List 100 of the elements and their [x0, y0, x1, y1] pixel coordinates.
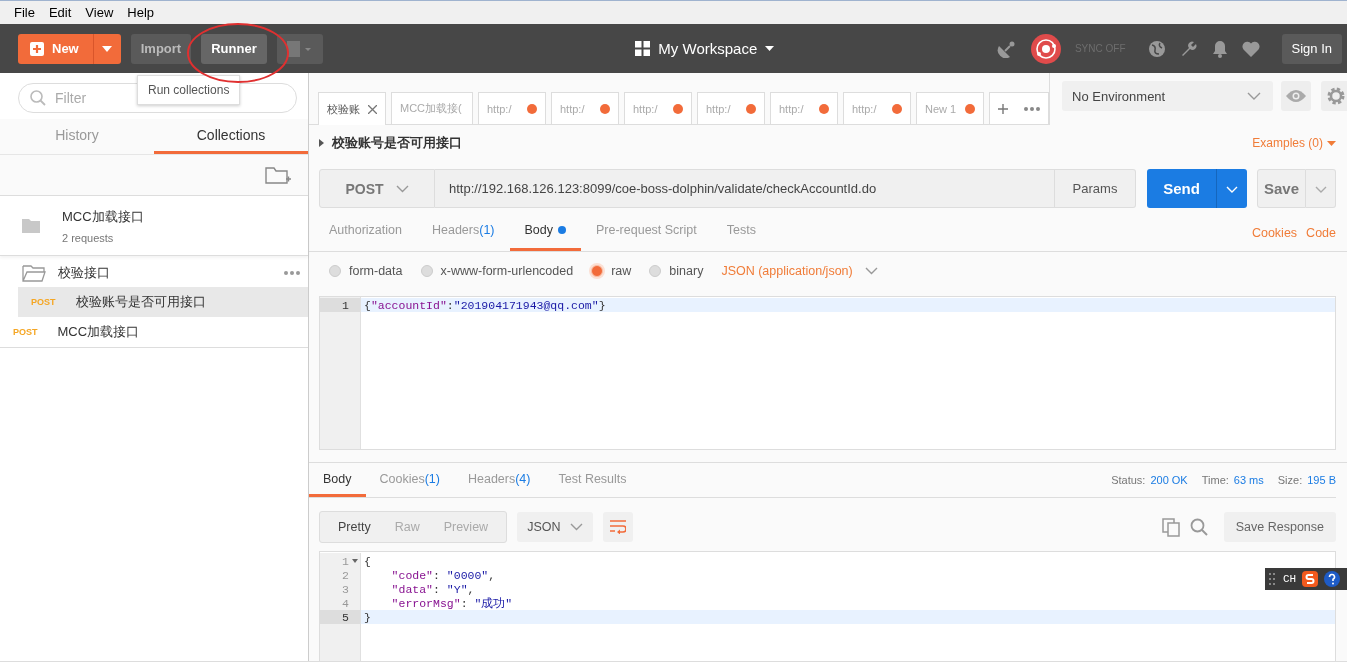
settings-button[interactable] [1321, 81, 1347, 111]
language-indicator: CH [1283, 573, 1297, 585]
view-mode-button[interactable]: Pretty [326, 512, 383, 542]
request-section-tab[interactable]: Body [509, 211, 581, 251]
examples-link[interactable]: Examples (0) [1252, 136, 1336, 150]
logo[interactable] [1302, 571, 1319, 587]
line-number: 1 [342, 298, 349, 312]
grid-icon [635, 41, 651, 56]
code-line: "code": "0000", [390, 568, 496, 582]
unsaved-dot-icon [600, 103, 610, 114]
document-icon [286, 40, 313, 57]
chevron-down-icon [1314, 186, 1327, 193]
bell-icon[interactable] [1211, 39, 1228, 58]
globe-icon[interactable] [1147, 39, 1166, 58]
url-field[interactable]: http://192.168.126.123:8099/coe-boss-dolphin/validate/checkAccountId.do [435, 169, 1055, 208]
new-folder-icon[interactable] [265, 165, 291, 185]
request-section-tab[interactable]: Tests [711, 211, 771, 251]
params-button[interactable]: Params [1055, 169, 1136, 208]
chevron-down-icon [570, 523, 584, 531]
body-mode-radio[interactable]: x-www-form-urlencoded [420, 264, 574, 278]
format-dropdown[interactable]: JSON [517, 512, 594, 542]
unsaved-dot-icon [819, 103, 829, 114]
chevron-down-icon [1226, 186, 1238, 193]
menu-item[interactable]: View [78, 5, 121, 20]
heart-icon[interactable] [1241, 40, 1260, 57]
caret-icon [1327, 140, 1336, 146]
wrap-lines-button[interactable] [603, 512, 634, 542]
more-icon[interactable] [1024, 106, 1040, 111]
folder-icon [22, 219, 40, 233]
new-button[interactable]: New [18, 33, 93, 64]
send-dropdown-button[interactable] [1216, 169, 1247, 208]
response-tab[interactable]: Test Results [544, 463, 641, 497]
code-line: "errorMsg": "成功" [390, 595, 513, 611]
satellite-icon[interactable] [996, 39, 1017, 58]
environment-dropdown[interactable]: No Environment [1062, 81, 1274, 111]
line-number: 1 [342, 554, 349, 568]
import-button[interactable]: Import [130, 33, 192, 64]
body-mode-radio[interactable]: raw [591, 264, 632, 278]
unsaved-dot-icon [527, 103, 537, 114]
save-button[interactable]: Save [1257, 169, 1306, 208]
request-tab[interactable]: 校验账 [318, 92, 386, 125]
eye-button[interactable] [1281, 81, 1312, 111]
close-icon[interactable] [368, 104, 377, 114]
menu-item[interactable]: Help [120, 5, 162, 20]
request-section-tab[interactable]: Pre-request Script [581, 211, 712, 251]
unsaved-dot-icon [892, 103, 902, 114]
new-dropdown-button[interactable] [92, 33, 121, 64]
body-mode-radio[interactable]: form-data [329, 264, 403, 278]
sidebar-tab[interactable]: History [0, 119, 154, 154]
more-icon[interactable] [284, 271, 300, 275]
search-icon[interactable] [1189, 518, 1208, 536]
code-editor[interactable]: 1 {"accountId":"201904171943@qq.com"} [319, 296, 1336, 450]
unsaved-dot-icon [965, 103, 975, 114]
response-tab[interactable]: Body [309, 463, 366, 497]
request-section-tab[interactable]: Headers(1) [416, 211, 510, 251]
stat-label: Time: [1201, 474, 1229, 486]
menu-item[interactable]: File [7, 5, 42, 20]
help-icon[interactable] [1324, 571, 1341, 587]
link[interactable]: Code [1306, 211, 1336, 251]
code-line: { [364, 554, 371, 568]
request-section-tab[interactable]: Authorization [314, 211, 417, 251]
add-tab-icon[interactable] [998, 103, 1008, 114]
chevron-down-icon [395, 184, 409, 193]
wrap-lines-icon [610, 520, 627, 534]
send-button[interactable]: Send [1147, 169, 1216, 208]
new-window-button[interactable] [276, 33, 323, 64]
save-response-button[interactable]: Save Response [1223, 512, 1336, 542]
open-folder-icon [22, 264, 46, 282]
workspace-dropdown[interactable]: My Workspace [629, 39, 781, 58]
request-item[interactable]: POST 校验账号是否可用接口 [18, 287, 308, 317]
code-line: {"accountId":"201904171943@qq.com"} [364, 298, 606, 312]
plus-icon [30, 41, 44, 56]
collection-name[interactable]: MCC加载接口 [62, 208, 144, 226]
sync-icon[interactable] [1030, 33, 1061, 64]
stat-label: Status: [1111, 474, 1146, 486]
chevron-down-icon [864, 267, 878, 275]
gear-icon [1326, 86, 1347, 106]
eye-icon [1285, 89, 1308, 103]
method-dropdown[interactable]: POST [319, 169, 435, 208]
unsaved-dot-icon [746, 103, 756, 114]
menu-item[interactable]: Edit [41, 5, 79, 20]
copy-icon[interactable] [1161, 517, 1180, 537]
code-line: } [364, 610, 371, 624]
body-mode-radio[interactable]: binary [649, 264, 704, 278]
tooltip: Run collections [137, 75, 241, 105]
runner-button[interactable]: Runner [201, 33, 267, 64]
request-count: 2 requests [62, 232, 115, 244]
sign-in-button[interactable]: Sign In [1281, 33, 1342, 64]
request-name[interactable]: 校验账号是否可用接口 [319, 134, 462, 152]
link[interactable]: Cookies [1251, 211, 1298, 251]
caret-icon [102, 45, 113, 52]
request-item[interactable]: POST MCC加载接口 [0, 317, 308, 348]
content-type-dropdown[interactable]: JSON (application/json) [721, 264, 878, 278]
line-number: 4 [342, 596, 349, 610]
response-tab[interactable]: Cookies(1) [365, 463, 454, 497]
grip-icon[interactable] [1269, 573, 1277, 585]
fold-icon[interactable] [352, 559, 358, 563]
response-tab[interactable]: Headers(4) [453, 463, 545, 497]
line-number: 3 [342, 582, 349, 596]
folder-item[interactable]: 校验接口 [0, 259, 308, 287]
